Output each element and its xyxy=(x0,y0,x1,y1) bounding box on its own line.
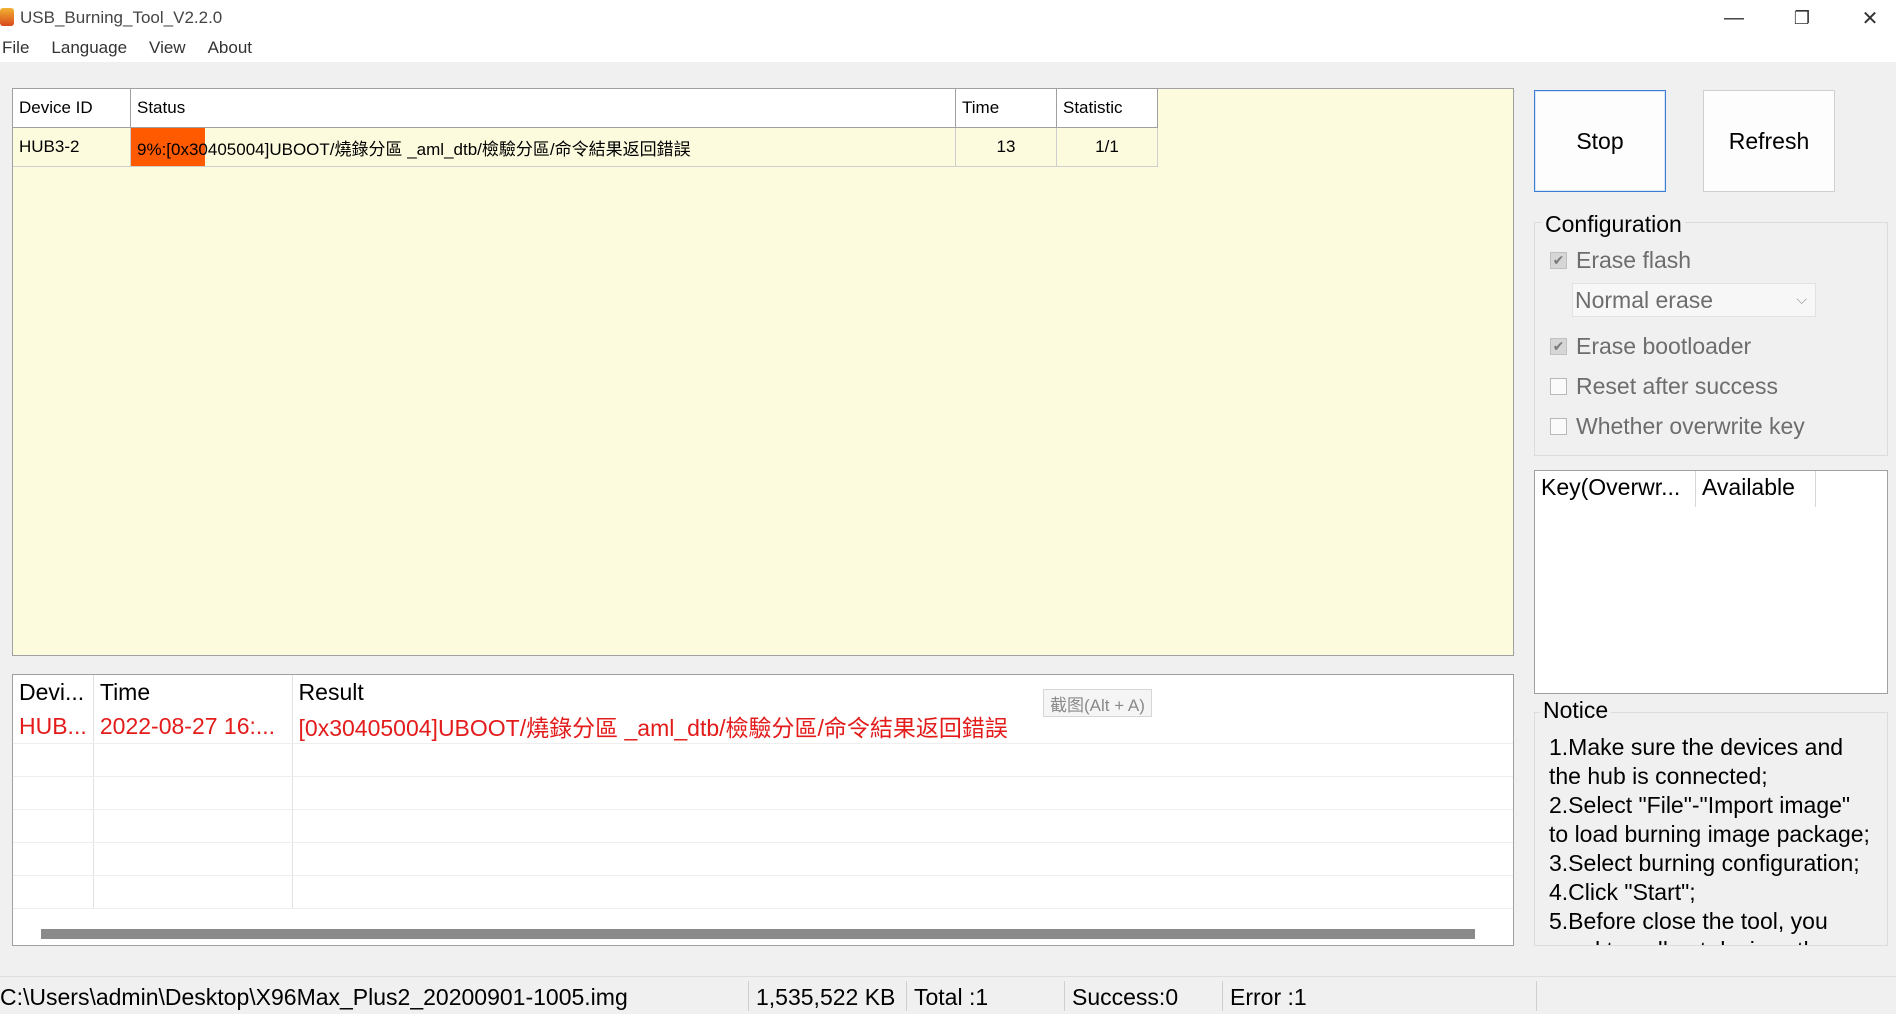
menu-bar: File Language View About xyxy=(0,36,1896,62)
notice-group: 1.Make sure the devices and the hub is c… xyxy=(1534,712,1888,946)
menu-view[interactable]: View xyxy=(149,36,186,62)
image-size: 1,535,522 KB xyxy=(756,984,896,1010)
table-row xyxy=(13,809,1513,843)
separator xyxy=(1222,981,1223,1011)
scrollbar-thumb[interactable] xyxy=(41,929,1475,939)
table-row xyxy=(13,842,1513,876)
device-table-header: Device ID Status Time Statistic xyxy=(13,89,1158,128)
notice-line: the hub is connected; xyxy=(1549,763,1768,789)
device-table: Device ID Status Time Statistic HUB3-2 9… xyxy=(13,89,1158,167)
status-bar: C:\Users\admin\Desktop\X96Max_Plus2_2020… xyxy=(0,976,1896,1014)
stop-button[interactable]: Stop xyxy=(1534,90,1666,192)
notice-line: 2.Select "File"-"Import image" xyxy=(1549,792,1851,818)
separator xyxy=(1536,981,1537,1011)
table-row xyxy=(13,743,1513,777)
log-table: Devi... Time Result HUB... 2022-08-27 16… xyxy=(13,675,1513,909)
refresh-button[interactable]: Refresh xyxy=(1703,90,1835,192)
log-panel: Devi... Time Result HUB... 2022-08-27 16… xyxy=(12,674,1514,946)
erase-flash-checkbox[interactable]: ✔ Erase flash xyxy=(1550,247,1691,274)
table-row xyxy=(13,776,1513,810)
time-cell: 13 xyxy=(955,127,1057,167)
log-result-cell: [0x30405004]UBOOT/燒錄分區 _aml_dtb/檢驗分區/命令結… xyxy=(292,709,1513,744)
restore-icon[interactable]: ❐ xyxy=(1774,0,1830,36)
reset-after-success-checkbox[interactable]: Reset after success xyxy=(1550,373,1778,400)
erase-flash-label: Erase flash xyxy=(1576,247,1692,273)
col-status[interactable]: Status xyxy=(130,89,956,128)
image-path: C:\Users\admin\Desktop\X96Max_Plus2_2020… xyxy=(0,984,628,1010)
erase-bootloader-label: Erase bootloader xyxy=(1576,333,1752,359)
notice-line: 3.Select burning configuration; xyxy=(1549,850,1860,876)
total-count: Total :1 xyxy=(914,984,989,1010)
screenshot-tooltip: 截图(Alt + A) xyxy=(1043,689,1152,717)
status-cell: 9%:[0x30405004]UBOOT/燒錄分區 _aml_dtb/檢驗分區/… xyxy=(130,127,956,167)
success-count: Success:0 xyxy=(1072,984,1179,1010)
menu-about[interactable]: About xyxy=(208,36,252,62)
notice-line: need to pull out devices then xyxy=(1549,936,1887,945)
log-table-header: Devi... Time Result xyxy=(13,675,1513,709)
table-row[interactable]: HUB... 2022-08-27 16:... [0x30405004]UBO… xyxy=(13,709,1513,744)
menu-file[interactable]: File xyxy=(2,36,29,62)
key-table: Key(Overwr... Available xyxy=(1534,470,1888,694)
key-table-header: Key(Overwr... Available xyxy=(1535,471,1887,507)
table-row[interactable]: HUB3-2 9%:[0x30405004]UBOOT/燒錄分區 _aml_dt… xyxy=(13,127,1158,167)
erase-bootloader-checkbox[interactable]: ✔ Erase bootloader xyxy=(1550,333,1751,360)
checkbox-unchecked-icon xyxy=(1550,418,1567,435)
error-count: Error :1 xyxy=(1230,984,1307,1010)
separator xyxy=(748,981,749,1011)
reset-after-success-label: Reset after success xyxy=(1576,373,1778,399)
notice-label: Notice xyxy=(1540,697,1612,724)
checkbox-checked-icon: ✔ xyxy=(1550,252,1567,269)
col-device[interactable]: Devi... xyxy=(13,675,94,709)
col-statistic[interactable]: Statistic xyxy=(1056,89,1158,128)
col-available[interactable]: Available xyxy=(1696,471,1816,507)
app-icon xyxy=(0,8,14,26)
notice-text: 1.Make sure the devices and the hub is c… xyxy=(1549,733,1887,945)
separator xyxy=(906,981,907,1011)
title-bar: USB_Burning_Tool_V2.2.0 — ❐ ✕ xyxy=(0,0,1896,36)
chevron-down-icon: ⌵ xyxy=(1796,291,1807,307)
col-key[interactable]: Key(Overwr... xyxy=(1535,471,1696,507)
horizontal-scrollbar[interactable] xyxy=(13,923,1513,943)
checkbox-checked-icon: ✔ xyxy=(1550,338,1567,355)
table-row xyxy=(13,875,1513,909)
notice-line: to load burning image package; xyxy=(1549,821,1870,847)
device-id-cell: HUB3-2 xyxy=(13,127,131,167)
close-icon[interactable]: ✕ xyxy=(1842,0,1896,36)
log-device-cell: HUB... xyxy=(13,709,94,744)
erase-mode-value: Normal erase xyxy=(1575,286,1714,313)
notice-line: 5.Before close the tool, you xyxy=(1549,908,1828,934)
erase-mode-select[interactable]: Normal erase ⌵ xyxy=(1572,283,1816,317)
col-device-id[interactable]: Device ID xyxy=(13,89,131,128)
device-list-panel: Device ID Status Time Statistic HUB3-2 9… xyxy=(12,88,1514,656)
statistic-cell: 1/1 xyxy=(1056,127,1158,167)
window-title: USB_Burning_Tool_V2.2.0 xyxy=(20,8,223,27)
notice-line: 1.Make sure the devices and xyxy=(1549,734,1844,760)
log-time-cell: 2022-08-27 16:... xyxy=(93,709,293,744)
overwrite-key-label: Whether overwrite key xyxy=(1576,413,1805,439)
configuration-label: Configuration xyxy=(1542,211,1685,238)
minimize-icon[interactable]: — xyxy=(1706,0,1762,36)
separator xyxy=(1064,981,1065,1011)
overwrite-key-checkbox[interactable]: Whether overwrite key xyxy=(1550,413,1805,440)
status-text: 9%:[0x30405004]UBOOT/燒錄分區 _aml_dtb/檢驗分區/… xyxy=(137,139,691,159)
menu-language[interactable]: Language xyxy=(51,36,127,62)
col-time[interactable]: Time xyxy=(93,675,293,709)
notice-line: 4.Click "Start"; xyxy=(1549,879,1696,905)
col-result[interactable]: Result xyxy=(292,675,1513,709)
col-time[interactable]: Time xyxy=(955,89,1057,128)
checkbox-unchecked-icon xyxy=(1550,378,1567,395)
